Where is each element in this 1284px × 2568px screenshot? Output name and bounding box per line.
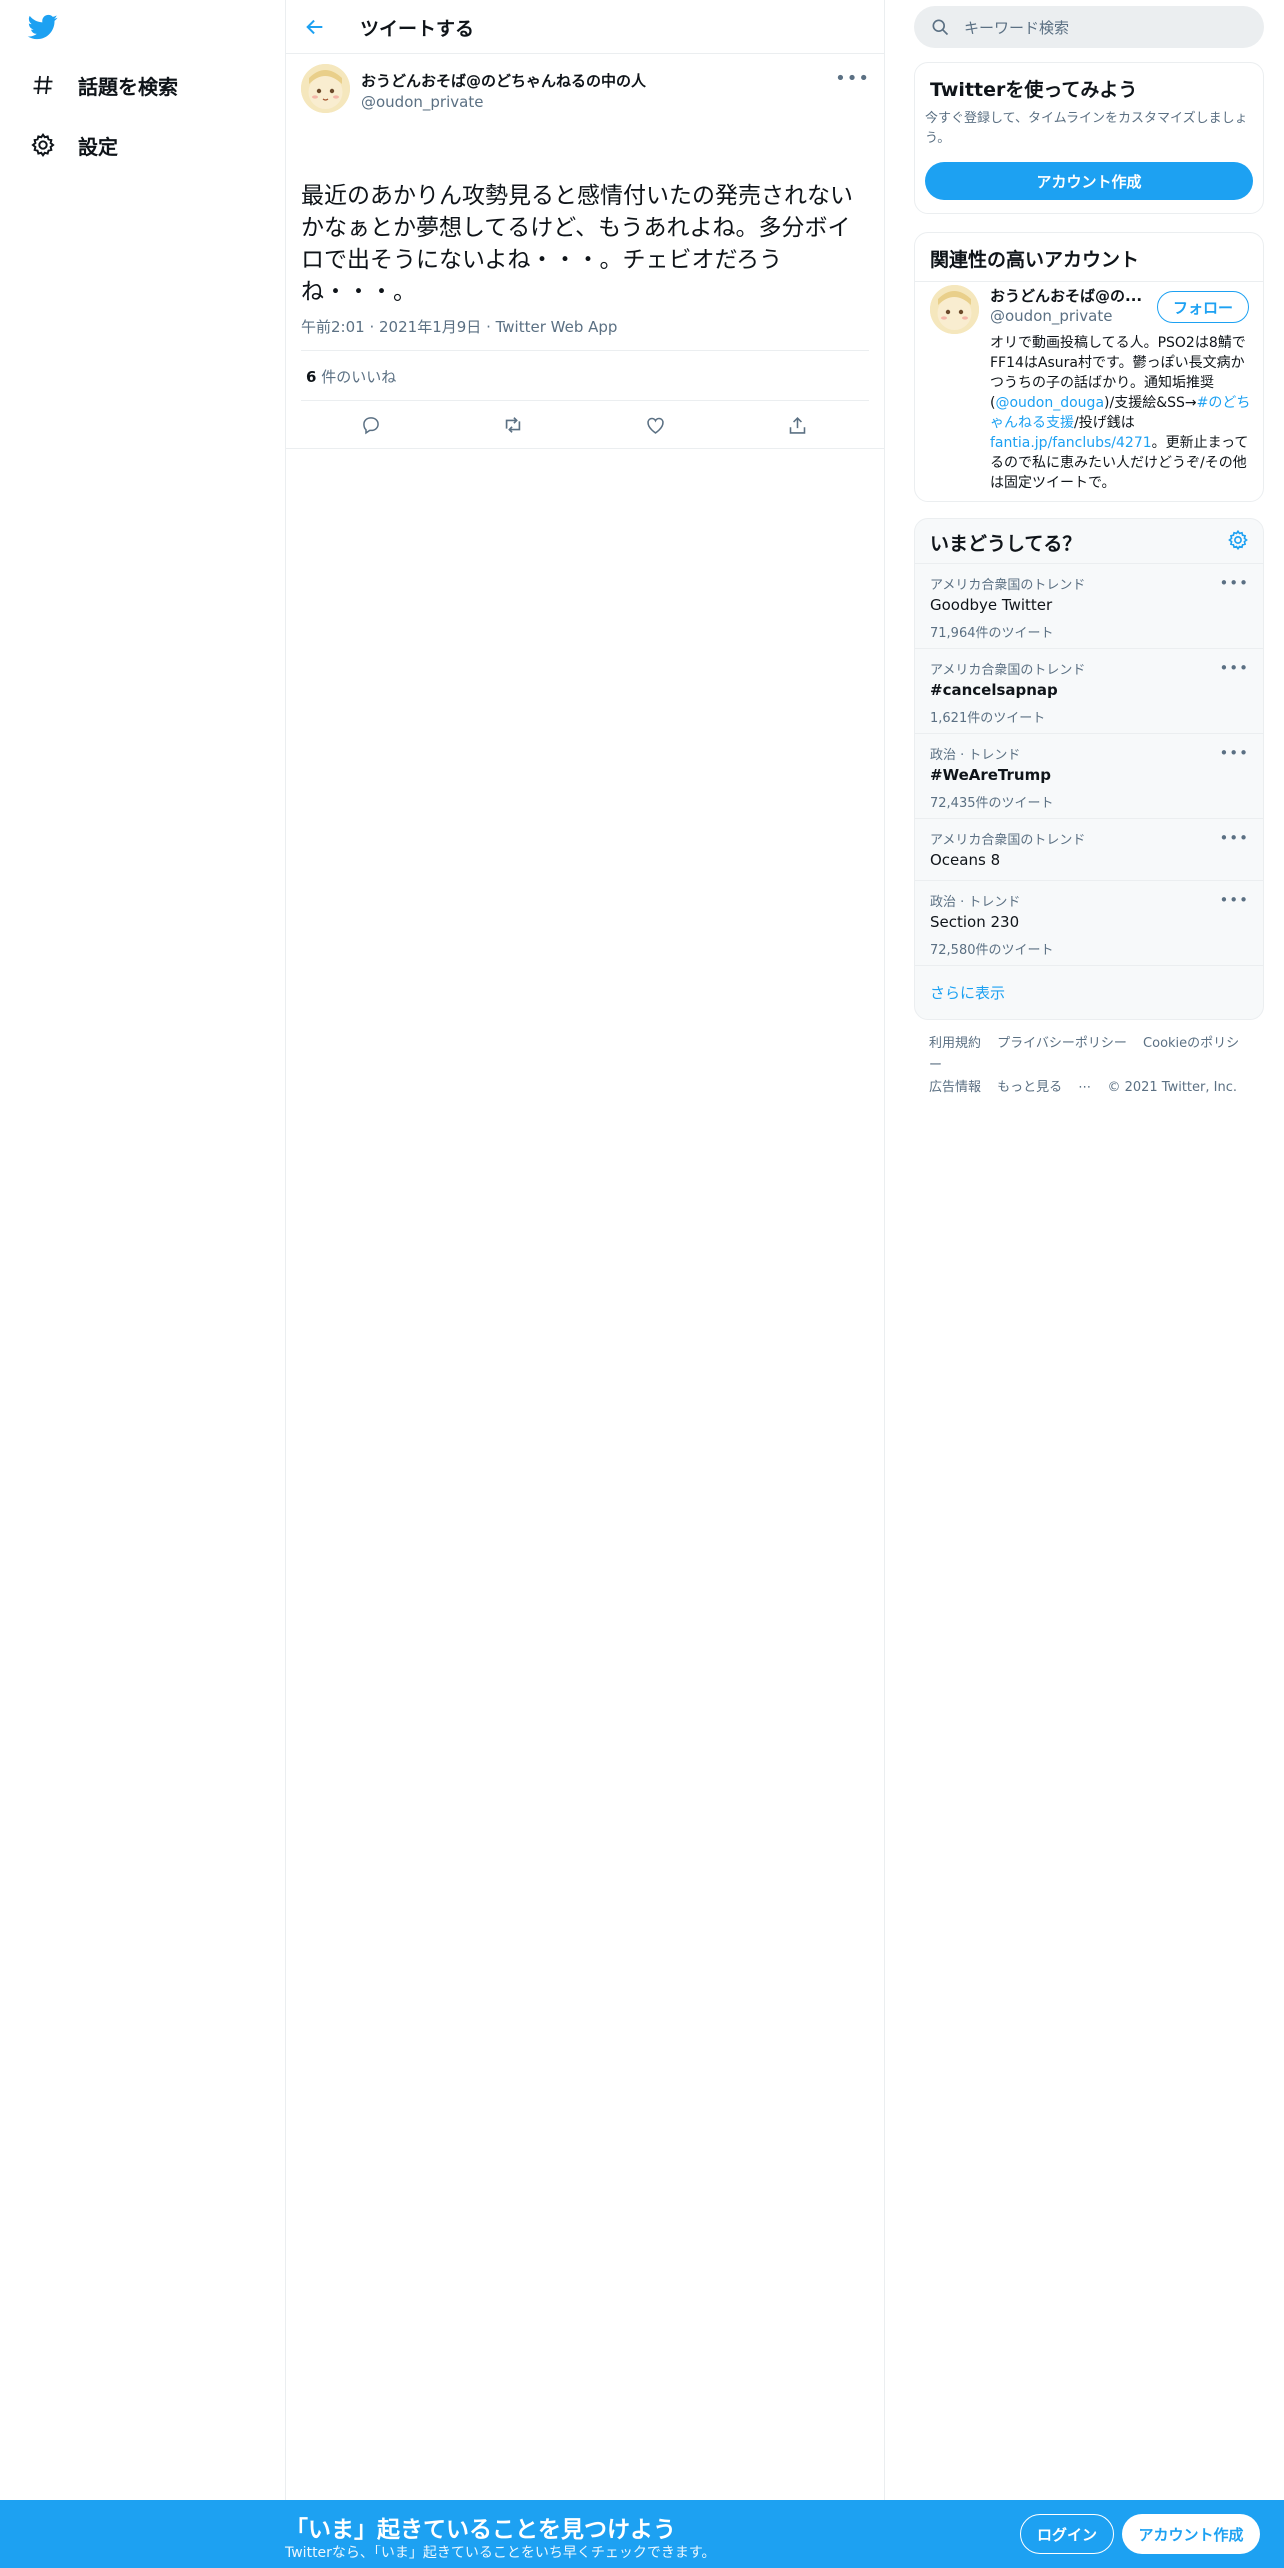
tweet-date[interactable]: 2021年1月9日 (379, 318, 481, 336)
reply-icon[interactable] (356, 410, 386, 440)
divider (301, 350, 869, 351)
more-icon[interactable]: ••• (1219, 891, 1249, 909)
trend-context: アメリカ合衆国のトレンド (930, 663, 1086, 678)
left-nav: 話題を検索 設定 (0, 0, 285, 2500)
show-more-link[interactable]: さらに表示 (930, 982, 1005, 1003)
tweet-time[interactable]: 午前2:01 (301, 318, 365, 336)
footer-ads[interactable]: 広告情報 (929, 1080, 981, 1095)
follow-button[interactable]: フォロー (1157, 291, 1249, 323)
related-title: 関連性の高いアカウント (930, 249, 1140, 271)
divider (915, 965, 1263, 966)
related-handle[interactable]: @oudon_private (990, 307, 1112, 325)
search-icon (930, 17, 950, 37)
main-column: ツイートする おうどんおそば@のどちゃんねるの中の人 @oudon_privat… (286, 0, 884, 449)
footer-links: 利用規約 プライバシーポリシー Cookieのポリシー 広告情報 もっと見る ⋯… (929, 1033, 1264, 1099)
search-placeholder: キーワード検索 (964, 18, 1070, 37)
tweet-detail: おうどんおそば@のどちゃんねるの中の人 @oudon_private ••• 最… (286, 54, 884, 449)
trends-card: いまどうしてる？ アメリカ合衆国のトレンド Goodbye Twitter 71… (914, 518, 1264, 1020)
like-icon[interactable] (640, 410, 670, 440)
trend-name: Goodbye Twitter (930, 596, 1053, 614)
signup-card: Twitterを使ってみよう 今すぐ登録して、タイムラインをカスタマイズしましょ… (914, 62, 1264, 214)
trend-count: 72,580件のツイート (930, 943, 1054, 958)
author-name[interactable]: おうどんおそば@のどちゃんねるの中の人 (361, 70, 646, 91)
avatar[interactable] (301, 64, 350, 113)
bio-text: /投げ銭は (1074, 415, 1135, 431)
divider (301, 400, 869, 401)
nav-settings-label: 設定 (78, 134, 118, 159)
related-accounts-card: 関連性の高いアカウント おうどんおそば@の... @oudon_private … (914, 232, 1264, 502)
trend-name: Oceans 8 (930, 851, 1001, 869)
signup-description: 今すぐ登録して、タイムラインをカスタマイズしましょう。 (925, 111, 1248, 146)
avatar[interactable] (930, 285, 979, 334)
trend-item[interactable]: アメリカ合衆国のトレンド #cancelsapnap 1,621件のツイート •… (915, 648, 1263, 734)
bio-text: )/支援絵&SS→ (1104, 395, 1197, 411)
divider (915, 281, 1263, 282)
trend-context: 政治 · トレンド (930, 895, 1021, 910)
trend-name: #cancelsapnap (930, 681, 1058, 699)
tweet-text: 最近のあかりん攻勢見ると感情付いたの発売されないかなぁとか夢想してるけど、もうあ… (301, 183, 853, 305)
author-handle[interactable]: @oudon_private (361, 93, 646, 111)
bio-url-link[interactable]: fantia.jp/fanclubs/4271 (990, 435, 1152, 451)
more-icon[interactable]: ••• (1219, 659, 1249, 677)
nav-settings[interactable]: 設定 (26, 125, 118, 165)
likes-count[interactable]: 6 件のいいね (306, 366, 396, 387)
nav-explore[interactable]: 話題を検索 (26, 65, 178, 105)
trend-count: 1,621件のツイート (930, 711, 1046, 726)
likes-number: 6 (306, 368, 317, 386)
back-arrow-icon[interactable] (300, 12, 330, 42)
trend-item[interactable]: アメリカ合衆国のトレンド Oceans 8 ••• (915, 818, 1263, 881)
tweet-author[interactable]: おうどんおそば@のどちゃんねるの中の人 @oudon_private (361, 70, 646, 111)
login-button[interactable]: ログイン (1020, 2514, 1114, 2554)
bottom-bar-title: 「いま」起きていることを見つけよう (285, 2517, 676, 2543)
share-icon[interactable] (782, 410, 812, 440)
divider (286, 448, 884, 449)
tweet-actions (286, 406, 884, 444)
bottom-signup-bar: 「いま」起きていることを見つけよう Twitterなら、「いま」起きていることを… (0, 2500, 1284, 2568)
trend-context: アメリカ合衆国のトレンド (930, 578, 1086, 593)
page-title: ツイートする (360, 18, 475, 40)
trend-item[interactable]: 政治 · トレンド Section 230 72,580件のツイート ••• (915, 880, 1263, 966)
trend-item[interactable]: 政治 · トレンド #WeAreTrump 72,435件のツイート ••• (915, 733, 1263, 819)
search-input[interactable]: キーワード検索 (914, 6, 1264, 48)
footer-copyright: © 2021 Twitter, Inc. (1107, 1080, 1237, 1095)
tweet-meta: 午前2:01 · 2021年1月9日 · Twitter Web App (301, 318, 618, 336)
column-divider (884, 0, 885, 2500)
footer-more[interactable]: もっと見る ⋯ (997, 1080, 1091, 1095)
related-name[interactable]: おうどんおそば@の... (990, 285, 1142, 306)
footer-more-label: もっと見る (997, 1080, 1063, 1095)
more-icon[interactable]: ••• (1219, 829, 1249, 847)
nav-explore-label: 話題を検索 (78, 74, 178, 99)
page-header: ツイートする (286, 0, 884, 54)
gear-icon (26, 128, 60, 162)
settings-gear-icon[interactable] (1227, 529, 1251, 553)
more-icon[interactable]: ••• (835, 68, 870, 89)
trend-name: Section 230 (930, 913, 1020, 931)
trends-title: いまどうしてる？ (930, 533, 1082, 555)
likes-label: 件のいいね (321, 368, 397, 386)
trend-item[interactable]: アメリカ合衆国のトレンド Goodbye Twitter 71,964件のツイー… (915, 563, 1263, 649)
signup-button[interactable]: アカウント作成 (1122, 2514, 1260, 2554)
bottom-bar-subtitle: Twitterなら、「いま」起きていることをいち早くチェックできます。 (285, 2545, 716, 2561)
more-icon[interactable]: ••• (1219, 744, 1249, 762)
more-icon[interactable]: ••• (1219, 574, 1249, 592)
trend-name: #WeAreTrump (930, 766, 1051, 784)
trend-count: 71,964件のツイート (930, 626, 1054, 641)
signup-title: Twitterを使ってみよう (930, 79, 1138, 101)
twitter-logo-icon[interactable] (26, 12, 62, 42)
create-account-button[interactable]: アカウント作成 (925, 162, 1253, 200)
trend-context: 政治 · トレンド (930, 748, 1021, 763)
footer-privacy[interactable]: プライバシーポリシー (997, 1036, 1127, 1051)
related-bio: オリで動画投稿してる人。PSO2は8鯖でFF14はAsura村です。鬱っぽい長文… (990, 333, 1252, 493)
bio-link[interactable]: @oudon_douga (995, 395, 1104, 411)
hashtag-icon (26, 68, 60, 102)
trend-count: 72,435件のツイート (930, 796, 1054, 811)
tweet-source[interactable]: Twitter Web App (496, 318, 618, 336)
footer-terms[interactable]: 利用規約 (929, 1036, 981, 1051)
trend-context: アメリカ合衆国のトレンド (930, 833, 1086, 848)
retweet-icon[interactable] (498, 410, 528, 440)
